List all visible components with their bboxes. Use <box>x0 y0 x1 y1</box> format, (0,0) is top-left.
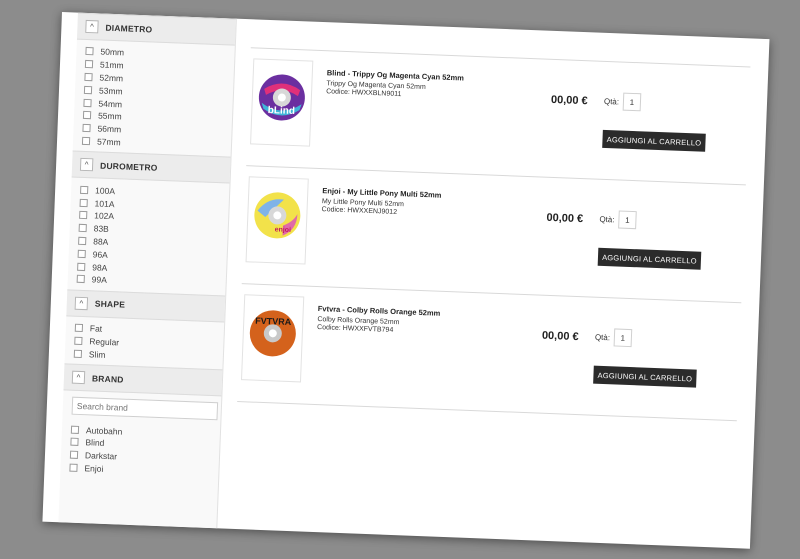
product-item: bLind Blind - Trippy Og Magenta Cyan 52m… <box>246 48 750 184</box>
checkbox[interactable] <box>79 198 88 207</box>
quantity-input[interactable] <box>613 328 633 348</box>
product-item: FVTVRA Fvtvra - Colby Rolls Orange 52mm … <box>237 284 741 420</box>
checkbox[interactable] <box>77 262 86 271</box>
product-image[interactable]: FVTVRA <box>240 294 305 383</box>
collapse-icon[interactable]: ^ <box>74 296 89 310</box>
checkbox[interactable] <box>84 72 93 82</box>
svg-text:FVTVRA: FVTVRA <box>255 316 292 327</box>
filter-title: DIAMETRO <box>105 22 153 34</box>
quantity-input[interactable] <box>618 210 637 230</box>
product-price: 00,00 € <box>546 211 584 226</box>
product-item: enjoi Enjoi - My Little Pony Multi 52mm … <box>242 166 746 302</box>
quantity-label: Qtà: <box>603 96 620 107</box>
brand-search-input[interactable] <box>71 396 219 421</box>
add-to-cart-button[interactable]: AGGIUNGI AL CARRELLO <box>597 247 702 270</box>
filter-sidebar: ^ DIAMETRO 50mm 51mm 52mm 53mm 54mm 55mm… <box>58 12 237 529</box>
checkbox[interactable] <box>85 47 94 56</box>
product-code: Codice: HWXXENJ9012 <box>321 206 398 217</box>
checkbox[interactable] <box>78 236 87 246</box>
checkbox[interactable] <box>69 450 79 460</box>
svg-text:bLind: bLind <box>268 105 296 117</box>
checkbox[interactable] <box>73 349 83 358</box>
filter-options-brand: Autobahn Blind Darkstar Enjoi <box>60 417 220 483</box>
add-to-cart-button[interactable]: AGGIUNGI AL CARRELLO <box>593 365 697 388</box>
checkbox[interactable] <box>83 98 92 107</box>
wheel-image: enjoi <box>254 192 301 239</box>
checkbox[interactable] <box>83 85 93 94</box>
product-price: 00,00 € <box>550 93 588 108</box>
checkbox[interactable] <box>78 223 87 233</box>
checkbox[interactable] <box>81 136 91 146</box>
checkbox[interactable] <box>69 463 78 472</box>
wheel-image: FVTVRA <box>249 310 296 357</box>
collapse-icon[interactable]: ^ <box>85 19 99 34</box>
svg-text:enjoi: enjoi <box>274 226 291 234</box>
filter-title: BRAND <box>91 373 124 385</box>
checkbox[interactable] <box>70 437 79 447</box>
checkbox[interactable] <box>76 275 85 284</box>
collapse-icon[interactable]: ^ <box>71 370 86 385</box>
filter-title: DUROMETRO <box>99 160 158 173</box>
checkbox[interactable] <box>80 185 89 194</box>
checkbox[interactable] <box>74 336 83 345</box>
product-title[interactable]: Enjoi - My Little Pony Multi 52mm <box>322 186 441 200</box>
checkbox[interactable] <box>82 111 92 120</box>
quantity-label: Qtà: <box>599 214 615 225</box>
checkbox[interactable] <box>70 425 80 434</box>
page: ^ DIAMETRO 50mm 51mm 52mm 53mm 54mm 55mm… <box>42 12 770 549</box>
product-list: bLind Blind - Trippy Og Magenta Cyan 52m… <box>237 19 751 422</box>
quantity-label: Qtà: <box>594 332 611 343</box>
product-price: 00,00 € <box>541 329 579 344</box>
checkbox[interactable] <box>77 249 86 258</box>
checkbox[interactable] <box>79 211 88 220</box>
product-code: Codice: HWXXBLN9011 <box>326 88 402 99</box>
add-to-cart-button[interactable]: AGGIUNGI AL CARRELLO <box>602 129 706 152</box>
product-image[interactable]: bLind <box>250 58 314 147</box>
filter-header-brand[interactable]: ^ BRAND <box>63 363 223 397</box>
checkbox[interactable] <box>74 323 84 333</box>
wheel-image: bLind <box>258 74 305 121</box>
product-image[interactable]: enjoi <box>245 176 309 265</box>
filter-title: SHAPE <box>94 298 126 310</box>
checkbox[interactable] <box>82 124 91 133</box>
checkbox[interactable] <box>84 60 94 69</box>
filter-options-shape: Fat Regular Slim <box>65 316 225 369</box>
filter-options-durometro: 100A 101A 102A 83B 88A 96A 98A 99A <box>67 178 229 295</box>
quantity-input[interactable] <box>622 92 642 112</box>
filter-options-diametro: 50mm 51mm 52mm 53mm 54mm 55mm 56mm 57mm <box>73 40 235 157</box>
product-title[interactable]: Fvtvra - Colby Rolls Orange 52mm <box>318 304 441 318</box>
collapse-icon[interactable]: ^ <box>79 158 94 172</box>
